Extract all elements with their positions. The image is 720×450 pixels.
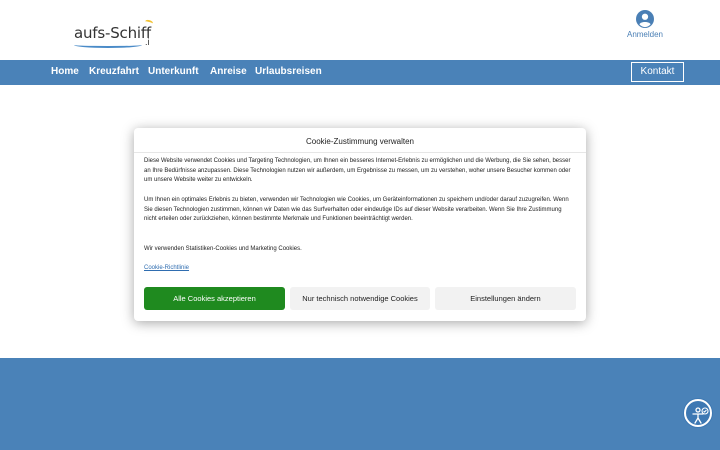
nav-item-urlaubsreisen[interactable]: Urlaubsreisen <box>255 66 322 77</box>
change-settings-button[interactable]: Einstellungen ändern <box>435 287 576 310</box>
cookie-paragraph-1: Diese Website verwendet Cookies und Targ… <box>144 158 571 183</box>
main-nav: Home Kreuzfahrt Unterkunft Anreise Urlau… <box>0 60 720 85</box>
logo-suffix: .i <box>145 37 150 47</box>
accessibility-button[interactable] <box>684 399 712 427</box>
accept-all-cookies-button[interactable]: Alle Cookies akzeptieren <box>144 287 285 310</box>
nav-item-unterkunft[interactable]: Unterkunft <box>148 66 199 77</box>
title-divider <box>134 152 586 153</box>
user-circle-icon <box>636 10 654 28</box>
logo-text: aufs-Schiff <box>74 24 152 42</box>
nav-item-kreuzfahrt[interactable]: Kreuzfahrt <box>89 66 139 77</box>
cookie-policy-link[interactable]: Cookie-Richtlinie <box>144 265 189 271</box>
cookie-paragraph-3: Wir verwenden Statistiken-Cookies und Ma… <box>144 246 302 252</box>
cookie-consent-dialog: Cookie-Zustimmung verwalten Diese Websit… <box>134 128 586 321</box>
logo-wave-mark <box>74 42 142 48</box>
nav-item-home[interactable]: Home <box>51 66 79 77</box>
accessibility-icon <box>692 407 709 424</box>
cookie-paragraph-2: Um Ihnen ein optimales Erlebnis zu biete… <box>144 197 569 222</box>
footer-band <box>0 358 720 450</box>
contact-button[interactable]: Kontakt <box>631 62 684 82</box>
site-logo[interactable]: aufs-Schiff .i <box>72 18 162 52</box>
technical-cookies-only-button[interactable]: Nur technisch notwendige Cookies <box>290 287 430 310</box>
login-label: Anmelden <box>626 30 664 39</box>
nav-item-anreise[interactable]: Anreise <box>210 66 247 77</box>
cookie-dialog-title: Cookie-Zustimmung verwalten <box>305 137 415 146</box>
site-header: aufs-Schiff .i Anmelden <box>0 0 720 60</box>
login-button[interactable]: Anmelden <box>620 10 670 44</box>
